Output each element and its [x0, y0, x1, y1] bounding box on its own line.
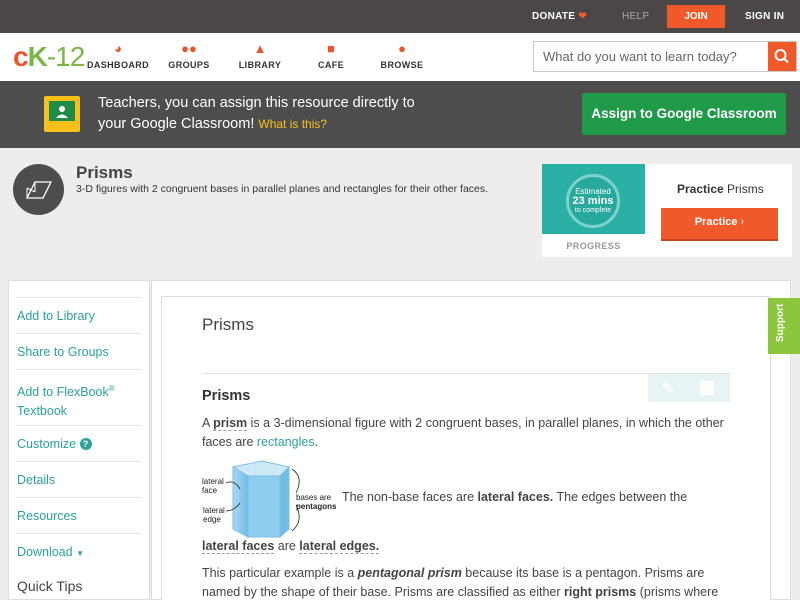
add-to-library-link[interactable]: Add to Library	[17, 297, 140, 334]
figure-label-lateral-face: lateral face	[202, 477, 224, 495]
what-is-this-link[interactable]: What is this?	[258, 117, 327, 131]
sign-in-link[interactable]: SIGN IN	[745, 11, 784, 22]
term-lateral-edges[interactable]: lateral edges.	[299, 539, 380, 554]
concept-title: Prisms	[76, 163, 133, 182]
estimate-badge: Estimated 23 mins to complete	[566, 174, 620, 228]
library-icon: ▲	[253, 41, 267, 56]
quick-tips-heading: Quick Tips	[17, 578, 83, 594]
search-icon	[774, 49, 789, 64]
nav-library[interactable]: ▲ LIBRARY	[220, 41, 300, 70]
annotation-toolbar: ✎	[648, 374, 730, 402]
share-to-groups-link[interactable]: Share to Groups	[17, 333, 140, 369]
details-link[interactable]: Details	[17, 461, 140, 497]
search-box	[533, 41, 797, 72]
add-to-flexbook-link[interactable]: Add to FlexBook® Textbook	[17, 369, 140, 425]
nav-dashboard[interactable]: ◕ DASHBOARD	[78, 41, 158, 70]
groups-icon: ●●	[181, 41, 197, 56]
progress-panel: Estimated 23 mins to complete	[542, 164, 645, 234]
caret-down-icon: ▼	[76, 549, 84, 558]
term-lateral-faces-2[interactable]: lateral faces	[202, 539, 275, 554]
term-prism[interactable]: prism	[213, 416, 248, 431]
section-title: Prisms	[202, 388, 251, 404]
download-link[interactable]: Download ▼	[17, 533, 140, 569]
paragraph-pentagonal-prism: This particular example is a pentagonal …	[202, 566, 719, 599]
ck12-logo[interactable]: cK-12	[13, 42, 85, 72]
prism-concept-icon	[13, 164, 64, 215]
nav-browse[interactable]: ● BROWSE	[362, 41, 442, 70]
chevron-right-icon: ›	[740, 216, 745, 228]
teacher-banner: Teachers, you can assign this resource d…	[0, 81, 800, 148]
practice-card: Estimated 23 mins to complete PROGRESS P…	[542, 164, 792, 257]
heart-icon: ❤	[578, 11, 588, 22]
practice-button[interactable]: Practice ›	[661, 208, 778, 239]
help-icon[interactable]: ?	[79, 438, 92, 450]
progress-label: PROGRESS	[566, 241, 621, 251]
article-title: Prisms	[202, 315, 254, 334]
top-utility-bar: DONATE ❤ HELP JOIN SIGN IN	[0, 0, 800, 33]
nav-groups[interactable]: ●● GROUPS	[149, 41, 229, 70]
main-nav: cK-12 ◕ DASHBOARD ●● GROUPS ▲ LIBRARY ■ …	[0, 33, 800, 81]
term-lateral-faces: lateral faces.	[477, 490, 554, 504]
paragraph-lateral-faces: The non-base faces are lateral faces. Th…	[342, 490, 688, 504]
concept-description: 3-D figures with 2 congruent bases in pa…	[76, 183, 489, 195]
google-classroom-icon	[44, 96, 80, 132]
rectangles-link[interactable]: rectangles	[257, 435, 315, 449]
assign-google-classroom-button[interactable]: Assign to Google Classroom	[582, 93, 786, 135]
banner-message: Teachers, you can assign this resource d…	[98, 95, 415, 132]
join-button[interactable]: JOIN	[667, 5, 725, 28]
resource-sidebar: Add to Library Share to Groups Add to Fl…	[8, 280, 150, 600]
customize-link[interactable]: Customize ?	[17, 425, 140, 461]
search-input[interactable]	[534, 42, 770, 71]
pencil-icon[interactable]: ✎	[662, 379, 675, 397]
cafe-icon: ■	[327, 41, 335, 56]
figure-label-lateral-edge: lateral edge	[203, 506, 225, 524]
nav-cafe[interactable]: ■ CAFE	[291, 41, 371, 70]
dashboard-icon: ◕	[114, 41, 122, 56]
practice-title: Practice Prisms	[677, 182, 764, 196]
paragraph-lateral-edges: lateral faces are lateral edges.	[202, 539, 380, 554]
search-button[interactable]	[768, 42, 796, 71]
support-tab[interactable]: Support	[768, 298, 800, 354]
note-icon[interactable]	[700, 381, 714, 395]
browse-icon: ●	[398, 41, 406, 56]
donate-link[interactable]: DONATE ❤	[532, 11, 587, 22]
help-link[interactable]: HELP	[622, 11, 649, 22]
term-pentagonal-prism: pentagonal prism	[357, 566, 462, 580]
paragraph-definition: A prism is a 3-dimensional figure with 2…	[202, 416, 724, 449]
resources-link[interactable]: Resources	[17, 497, 140, 533]
figure-label-bases: bases are pentagons	[296, 493, 337, 511]
term-right-prisms: right prisms	[564, 585, 637, 599]
